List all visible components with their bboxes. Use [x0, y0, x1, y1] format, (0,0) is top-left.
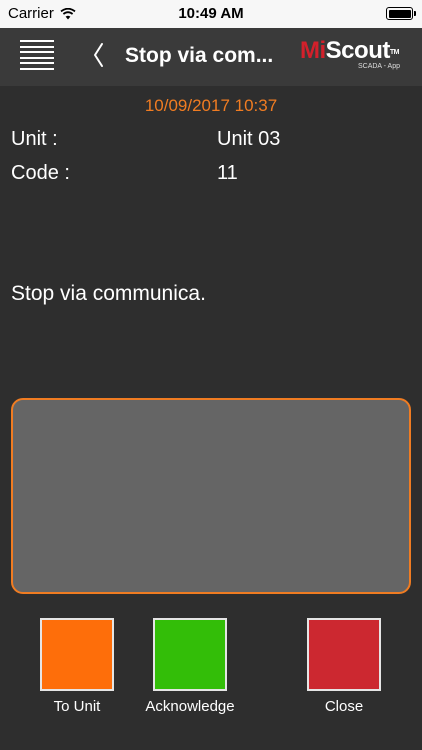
menu-line: [20, 67, 54, 70]
status-bar: Carrier 10:49 AM: [0, 0, 422, 28]
back-chevron-icon[interactable]: [88, 40, 108, 70]
comment-textarea[interactable]: [11, 398, 411, 594]
close-label: Close: [324, 698, 364, 715]
unit-value: Unit 03: [217, 128, 281, 150]
status-time: 10:49 AM: [178, 5, 244, 22]
menu-line: [20, 40, 54, 42]
navigation-bar: Stop via com... MiScoutTM SCADA - App: [0, 28, 422, 86]
alarm-message: Stop via communica.: [11, 282, 206, 305]
code-value: 11: [217, 162, 238, 184]
logo-mi: Mi: [300, 37, 326, 64]
menu-line: [20, 56, 54, 59]
menu-line: [20, 45, 54, 48]
menu-icon[interactable]: [20, 40, 54, 70]
page-title: Stop via com...: [125, 44, 274, 67]
logo-subtitle: SCADA - App: [357, 63, 400, 70]
battery-level: [388, 9, 411, 18]
code-label: Code :: [11, 162, 70, 184]
logo-trademark: TM: [389, 49, 400, 56]
to-unit-label: To Unit: [53, 698, 101, 715]
menu-line: [20, 62, 54, 65]
unit-label: Unit :: [11, 128, 58, 150]
close-button[interactable]: [307, 618, 381, 691]
logo-scout: Scout: [325, 37, 391, 64]
miscout-logo: MiScoutTM SCADA - App: [300, 38, 404, 78]
to-unit-button[interactable]: [40, 618, 114, 691]
logo-wordmark: MiScoutTM: [300, 38, 404, 64]
menu-line: [20, 51, 54, 54]
acknowledge-button[interactable]: [153, 618, 227, 691]
alarm-timestamp: 10/09/2017 10:37: [144, 96, 278, 115]
battery-icon: [386, 7, 416, 20]
acknowledge-label: Acknowledge: [145, 698, 235, 715]
